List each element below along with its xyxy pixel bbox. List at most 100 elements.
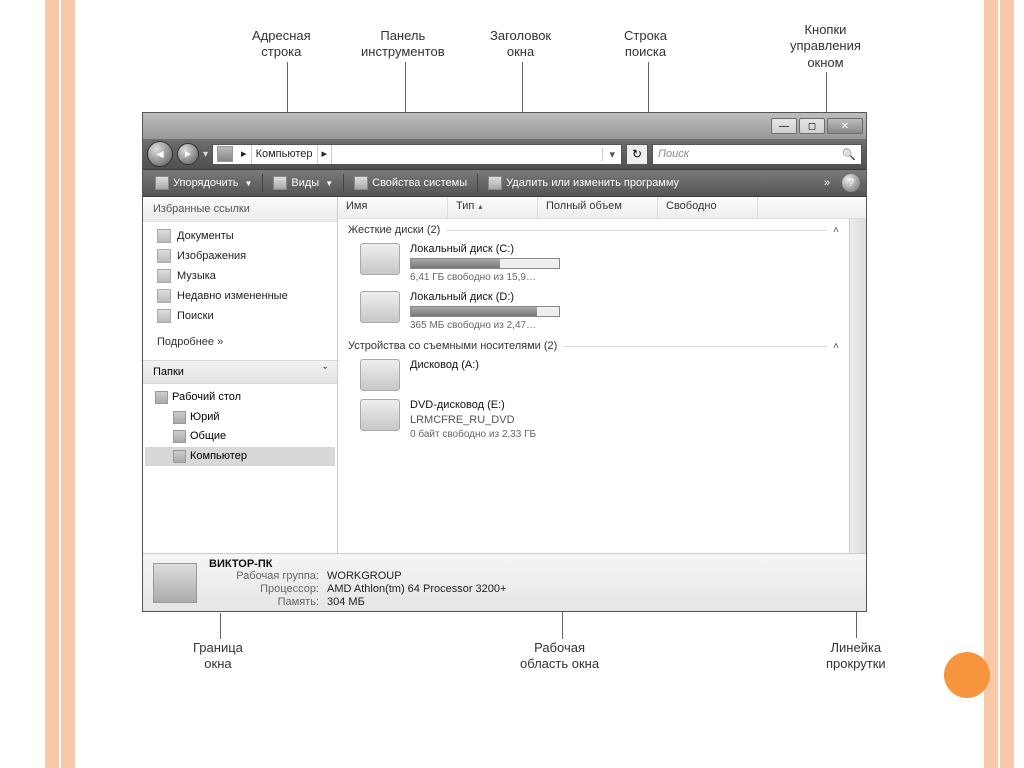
bg-stripe: [45, 0, 59, 768]
annotation-window-controls: Кнопкиуправленияокном: [790, 22, 861, 71]
tree-public[interactable]: Общие: [145, 427, 335, 447]
toolbar-overflow[interactable]: »: [818, 177, 836, 189]
computer-icon: [173, 450, 186, 463]
sidebar-item-searches[interactable]: Поиски: [143, 306, 337, 326]
explorer-window: — ◻ ✕ ◄ ► ▾ ▸ Компьютер ▸ ▾ ↻ Поиск 🔍 Уп…: [142, 112, 867, 612]
mem-value: 304 МБ: [327, 596, 506, 608]
search-placeholder: Поиск: [658, 148, 689, 160]
favorites-header: Избранные ссылки: [143, 197, 337, 222]
documents-icon: [157, 229, 171, 243]
content-area: Имя Тип Полный объем Свободно Жесткие ди…: [338, 197, 866, 553]
user-icon: [173, 411, 186, 424]
recent-icon: [157, 289, 171, 303]
drive-free-text: 6,41 ГБ свободно из 15,9…: [410, 272, 560, 283]
orange-circle: [944, 652, 990, 698]
tree-computer[interactable]: Компьютер: [145, 447, 335, 467]
tree-desktop[interactable]: Рабочий стол: [145, 388, 335, 408]
bg-stripe: [61, 0, 75, 768]
floppy-icon: [360, 359, 400, 391]
breadcrumb-root[interactable]: Компьютер: [252, 145, 318, 164]
annotation-line: [826, 72, 827, 114]
sidebar-item-documents[interactable]: Документы: [143, 226, 337, 246]
search-box[interactable]: Поиск 🔍: [652, 144, 862, 165]
separator: [262, 174, 263, 192]
folder-tree: Рабочий стол Юрий Общие Компьютер: [143, 384, 337, 470]
drive-label: LRMCFRE_RU_DVD: [410, 414, 536, 426]
system-properties-button[interactable]: Свойства системы: [348, 172, 473, 194]
tree-user[interactable]: Юрий: [145, 408, 335, 428]
annotation-toolbar: Панельинструментов: [361, 28, 445, 61]
window-body: Избранные ссылки Документы Изображения М…: [143, 197, 866, 553]
search-icon[interactable]: 🔍: [842, 148, 856, 161]
hdd-icon: [360, 243, 400, 275]
drive-name: Локальный диск (C:): [410, 243, 560, 255]
group-hdd[interactable]: Жесткие диски (2)˄: [338, 219, 849, 239]
sidebar: Избранные ссылки Документы Изображения М…: [143, 197, 338, 553]
drive-c[interactable]: Локальный диск (C:) 6,41 ГБ свободно из …: [338, 239, 849, 287]
usage-bar: [410, 306, 560, 317]
uninstall-button[interactable]: Удалить или изменить программу: [482, 172, 685, 194]
scrollbar[interactable]: [849, 219, 866, 553]
cpu-value: AMD Athlon(tm) 64 Processor 3200+: [327, 583, 506, 595]
col-total[interactable]: Полный объем: [538, 197, 658, 218]
drive-name: Локальный диск (D:): [410, 291, 560, 303]
computer-icon: [217, 146, 233, 162]
column-headers: Имя Тип Полный объем Свободно: [338, 197, 866, 219]
bg-stripe: [1000, 0, 1014, 768]
group-removable[interactable]: Устройства со съемными носителями (2)˄: [338, 335, 849, 355]
workgroup-value: WORKGROUP: [327, 570, 506, 582]
nav-history-dropdown[interactable]: ▾: [203, 149, 208, 160]
drive-free-text: 0 байт свободно из 2,33 ГБ: [410, 429, 536, 440]
annotation-line: [220, 613, 221, 639]
separator: [343, 174, 344, 192]
sidebar-item-pictures[interactable]: Изображения: [143, 246, 337, 266]
sidebar-item-music[interactable]: Музыка: [143, 266, 337, 286]
help-button[interactable]: ?: [842, 174, 860, 192]
drive-list: Жесткие диски (2)˄ Локальный диск (C:) 6…: [338, 219, 849, 553]
folders-header[interactable]: Папки ˇ: [143, 360, 337, 384]
search-folder-icon: [157, 309, 171, 323]
sidebar-item-recent[interactable]: Недавно измененные: [143, 286, 337, 306]
refresh-button[interactable]: ↻: [626, 144, 648, 165]
chevron-down-icon: ˇ: [323, 366, 327, 378]
computer-large-icon: [153, 563, 197, 603]
address-bar[interactable]: ▸ Компьютер ▸ ▾: [212, 144, 622, 165]
annotation-border: Границаокна: [193, 640, 243, 673]
command-toolbar: Упорядочить▼ Виды▼ Свойства системы Удал…: [143, 169, 866, 197]
workgroup-key: Рабочая группа:: [209, 570, 319, 582]
maximize-button[interactable]: ◻: [799, 118, 825, 134]
details-pane: ВИКТОР-ПК Рабочая группа: WORKGROUP Проц…: [143, 553, 866, 611]
annotation-title: Заголовококна: [490, 28, 551, 61]
chevron-up-icon: ˄: [833, 225, 839, 236]
views-icon: [273, 176, 287, 190]
pictures-icon: [157, 249, 171, 263]
annotation-address-bar: Адреснаястрока: [252, 28, 311, 61]
col-free[interactable]: Свободно: [658, 197, 758, 218]
organize-button[interactable]: Упорядочить▼: [149, 172, 258, 194]
minimize-button[interactable]: —: [771, 118, 797, 134]
music-icon: [157, 269, 171, 283]
favorites-list: Документы Изображения Музыка Недавно изм…: [143, 222, 337, 330]
cpu-key: Процессор:: [209, 583, 319, 595]
drive-a[interactable]: Дисковод (A:): [338, 355, 849, 395]
col-type[interactable]: Тип: [448, 197, 538, 218]
organize-icon: [155, 176, 169, 190]
forward-button[interactable]: ►: [177, 143, 199, 165]
computer-name: ВИКТОР-ПК: [209, 558, 382, 570]
sidebar-more[interactable]: Подробнее »: [143, 330, 337, 354]
drive-e[interactable]: DVD-дисковод (E:) LRMCFRE_RU_DVD 0 байт …: [338, 395, 849, 444]
views-button[interactable]: Виды▼: [267, 172, 339, 194]
breadcrumb-sep: ▸: [318, 145, 333, 164]
col-name[interactable]: Имя: [338, 197, 448, 218]
public-icon: [173, 430, 186, 443]
drive-d[interactable]: Локальный диск (D:) 365 МБ свободно из 2…: [338, 287, 849, 335]
sysprops-icon: [354, 176, 368, 190]
mem-key: Память:: [209, 596, 319, 608]
usage-bar: [410, 258, 560, 269]
annotation-line: [522, 62, 523, 118]
address-dropdown[interactable]: ▾: [602, 148, 621, 161]
bg-stripe: [984, 0, 998, 768]
separator: [477, 174, 478, 192]
back-button[interactable]: ◄: [147, 141, 173, 167]
close-button[interactable]: ✕: [827, 118, 863, 134]
